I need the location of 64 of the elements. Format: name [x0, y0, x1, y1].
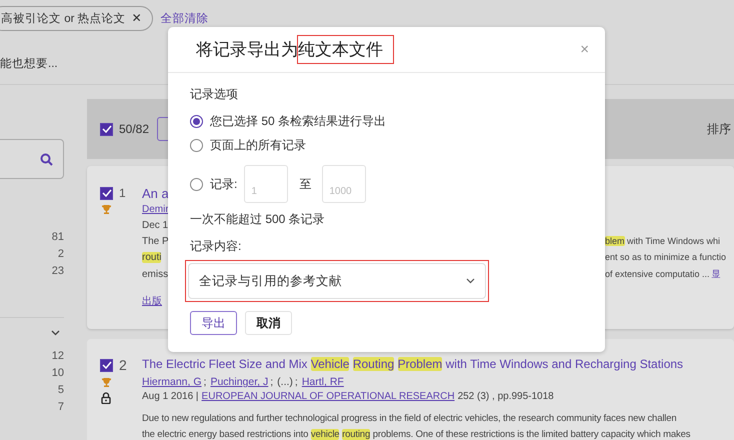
- clear-all-link[interactable]: 全部清除: [160, 10, 209, 26]
- content-dropdown[interactable]: 全记录与引用的参考文献: [188, 263, 486, 299]
- option-label: 记录:: [210, 176, 238, 192]
- author-link[interactable]: Demir: [142, 204, 168, 215]
- facet-count: 12: [52, 350, 64, 362]
- facet-count: 7: [58, 401, 64, 413]
- limit-note: 一次不能超过 500 条记录: [190, 211, 326, 228]
- trophy-icon: [101, 204, 112, 215]
- range-to-field[interactable]: 1000: [322, 165, 366, 203]
- result-title[interactable]: The Electric Fleet Size and Mix Vehicle Routing Problem with Time Windows and Recharging Stations: [142, 357, 690, 376]
- section-label: 记录内容:: [190, 238, 242, 255]
- filter-chip[interactable]: 高被引论文 or 热点论文 ✕: [0, 6, 153, 30]
- result-date: Aug 1 2016 |: [142, 391, 199, 404]
- remove-icon[interactable]: ✕: [132, 11, 142, 25]
- dialog-title: 将记录导出为纯文本文件: [196, 38, 580, 61]
- radio-button[interactable]: [190, 178, 203, 190]
- abstract-text: of extensive computatio ...: [605, 269, 710, 279]
- abstract-text: ent so as to minimize a functio: [605, 252, 726, 262]
- author-link[interactable]: Hartl, RF: [302, 376, 344, 391]
- facet-count: 5: [58, 384, 64, 396]
- search-icon[interactable]: [40, 152, 53, 166]
- abstract-text: blem with Time Windows whi: [605, 236, 720, 246]
- result-checkbox[interactable]: [100, 186, 113, 200]
- cancel-button[interactable]: 取消: [245, 311, 292, 335]
- sort-label: 排序: [707, 120, 731, 138]
- source-text: 252 (3) , pp.995-1018: [458, 391, 554, 404]
- result-number: 2: [119, 357, 127, 373]
- facet-count: 2: [58, 248, 64, 260]
- journal-link[interactable]: EUROPEAN JOURNAL OF OPERATIONAL RESEARCH: [202, 391, 455, 413]
- author-link[interactable]: Hiermann, G: [142, 376, 202, 391]
- abstract-text: Due to new regulations and further technological progress in the field of electric vehicles, the research community faces new challen: [142, 413, 678, 426]
- section-label: 记录选项: [190, 86, 239, 103]
- separator-text: ;: [270, 376, 274, 390]
- trophy-icon: [101, 377, 112, 388]
- more-authors-text: (...): [277, 376, 293, 390]
- result-checkbox[interactable]: [100, 358, 113, 372]
- radio-button[interactable]: [190, 114, 203, 128]
- more-link[interactable]: 显: [712, 268, 721, 281]
- select-all-checkbox[interactable]: [100, 122, 113, 136]
- author-link[interactable]: Puchinger, J: [210, 376, 268, 391]
- separator-text: ;: [204, 376, 206, 390]
- option-label: 您已选择 50 条检索结果进行导出: [210, 112, 386, 130]
- suggestion-text: 能也想要...: [0, 56, 58, 72]
- range-to-label: 至: [299, 176, 312, 192]
- export-button[interactable]: 导出: [190, 311, 237, 335]
- result-number: 1: [119, 186, 126, 200]
- search-field[interactable]: [0, 139, 64, 179]
- range-from-field[interactable]: 1: [244, 165, 288, 203]
- abstract-text: emiss: [142, 269, 168, 280]
- chevron-icon[interactable]: [51, 330, 60, 336]
- selected-count: 50/82: [119, 122, 150, 136]
- facet-count: 10: [52, 367, 64, 379]
- facet-count: 23: [52, 265, 64, 277]
- separator-text: ;: [294, 376, 298, 390]
- option-label: 页面上的所有记录: [210, 136, 306, 154]
- abstract-text: the electric energy based restrictions into vehicle routing problems. One of these restrictions is the limited battery capacity which makes: [142, 429, 690, 440]
- result-date: Dec 1: [142, 220, 168, 231]
- publisher-link[interactable]: 出版: [142, 294, 168, 308]
- facet-count: 81: [52, 231, 64, 243]
- abstract-text: The P: [142, 236, 168, 247]
- abstract-text: routi: [142, 252, 162, 263]
- chevron-icon: [466, 278, 475, 284]
- result-title[interactable]: An a: [142, 186, 168, 201]
- radio-button[interactable]: [190, 138, 203, 152]
